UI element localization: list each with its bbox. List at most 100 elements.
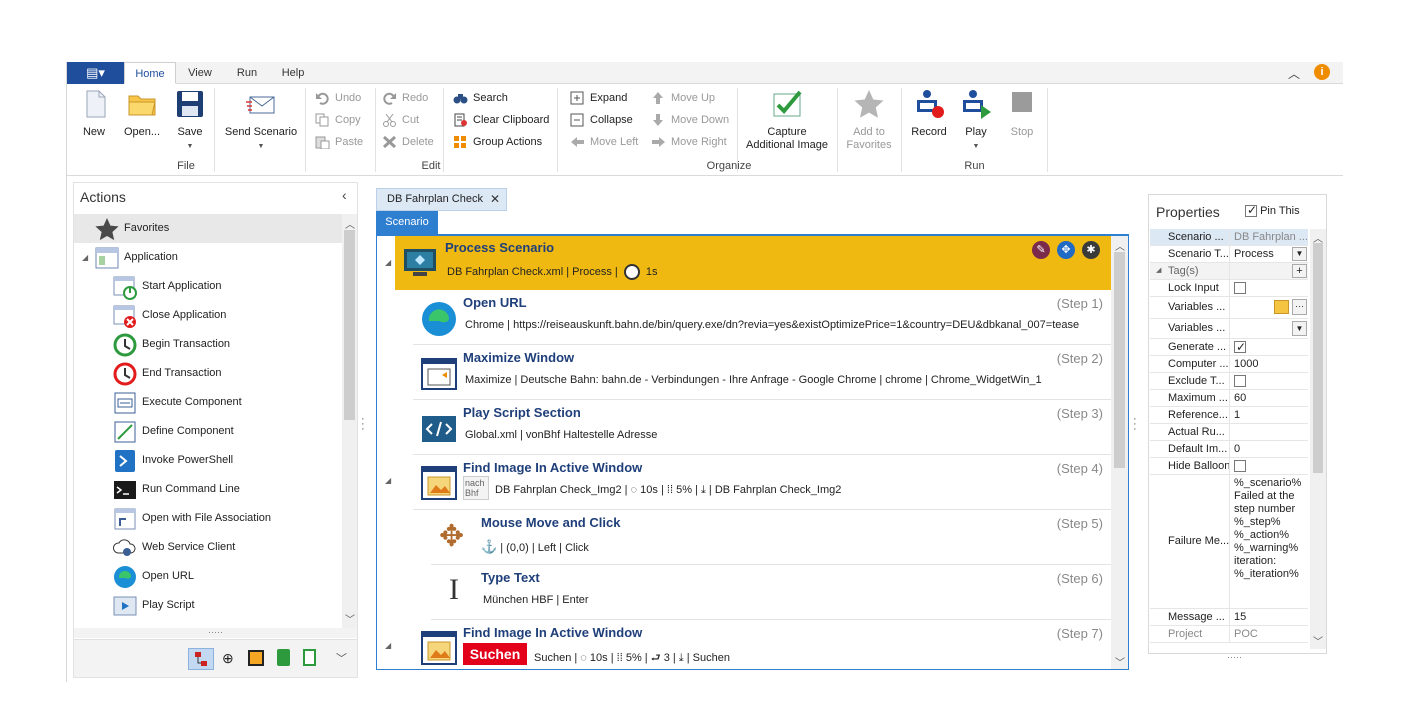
- add-tag-icon[interactable]: +: [1292, 264, 1307, 278]
- scrollbar-thumb[interactable]: [1114, 252, 1125, 468]
- prop-row[interactable]: Maximum ... 60: [1150, 390, 1308, 407]
- collapse-panel-icon[interactable]: ‹: [342, 187, 347, 203]
- move-left-button[interactable]: Move Left: [570, 133, 638, 151]
- properties-scrollbar[interactable]: ︿ ﹀: [1310, 229, 1326, 649]
- document-tab[interactable]: DB Fahrplan Check ✕: [376, 188, 507, 211]
- expand-triangle-icon[interactable]: ◢: [1156, 263, 1161, 279]
- prop-row[interactable]: Failure Me... %_scenario% Failed at the s…: [1150, 475, 1308, 609]
- list-item-begin-transaction[interactable]: Begin Transaction: [74, 330, 342, 359]
- prop-value[interactable]: 1000: [1231, 356, 1308, 372]
- scrollbar-thumb[interactable]: [1313, 243, 1323, 473]
- play-button[interactable]: Play ▼: [957, 88, 995, 153]
- prop-row[interactable]: Message ... 15: [1150, 609, 1308, 626]
- collapse-button[interactable]: Collapse: [570, 111, 633, 129]
- prop-row[interactable]: Hide Balloon: [1150, 458, 1308, 475]
- chevron-down-icon[interactable]: ﹀: [345, 611, 355, 626]
- tab-run[interactable]: Run: [227, 62, 267, 84]
- add-to-favorites-button[interactable]: Add to Favorites: [843, 88, 895, 152]
- prop-value[interactable]: [1231, 280, 1308, 296]
- prop-row[interactable]: Actual Ru...: [1150, 424, 1308, 441]
- folder-icon[interactable]: [1274, 300, 1289, 314]
- undo-button[interactable]: Undo: [315, 89, 361, 107]
- right-splitter-grip[interactable]: · · ·: [1133, 414, 1137, 435]
- frame-icon[interactable]: [248, 650, 264, 666]
- edit-icon[interactable]: ✎: [1032, 241, 1050, 259]
- prop-row[interactable]: Variables ... ▼: [1150, 319, 1308, 339]
- prop-row[interactable]: Scenario T... Process ▼: [1150, 246, 1308, 263]
- collapse-ribbon-icon[interactable]: ︿: [1288, 65, 1300, 82]
- prop-row[interactable]: Exclude T...: [1150, 373, 1308, 390]
- paste-button[interactable]: Paste: [315, 133, 363, 151]
- info-icon[interactable]: i: [1314, 64, 1330, 80]
- prop-row[interactable]: Default Im... 0: [1150, 441, 1308, 458]
- record-button[interactable]: Record: [909, 88, 949, 139]
- list-item-start-application[interactable]: Start Application: [74, 272, 342, 301]
- tab-home[interactable]: Home: [124, 62, 176, 84]
- file-menu-button[interactable]: ▤▾: [67, 62, 124, 84]
- list-item-execute-component[interactable]: Execute Component: [74, 388, 342, 417]
- prop-row[interactable]: Reference... 1: [1150, 407, 1308, 424]
- prop-row[interactable]: ◢ Tag(s) +: [1150, 263, 1308, 280]
- move-down-button[interactable]: Move Down: [651, 111, 729, 129]
- clipboard-icon[interactable]: [303, 649, 316, 666]
- prop-value[interactable]: [1231, 424, 1308, 440]
- delete-button[interactable]: Delete: [382, 133, 434, 151]
- expand-triangle-icon[interactable]: ◢: [82, 243, 88, 272]
- chevron-up-icon[interactable]: ︿: [1115, 238, 1125, 253]
- save-button[interactable]: Save ▼: [173, 88, 207, 153]
- step-row[interactable]: Find Image In Active Window (Step 7) Suc…: [413, 620, 1111, 669]
- prop-value[interactable]: 15: [1231, 609, 1308, 625]
- tree-view-toggle[interactable]: [188, 648, 214, 670]
- open-button[interactable]: Open...: [119, 88, 165, 139]
- list-item-invoke-powershell[interactable]: Invoke PowerShell: [74, 446, 342, 475]
- search-button[interactable]: Search: [453, 89, 508, 107]
- list-item-favorites[interactable]: Favorites: [74, 214, 342, 243]
- exclude-checkbox[interactable]: [1234, 375, 1246, 388]
- list-item-close-application[interactable]: Close Application: [74, 301, 342, 330]
- prop-row[interactable]: Lock Input: [1150, 280, 1308, 297]
- move-up-button[interactable]: Move Up: [651, 89, 715, 107]
- close-icon[interactable]: ✕: [490, 189, 500, 210]
- move-right-button[interactable]: Move Right: [651, 133, 727, 151]
- green-book-icon[interactable]: [277, 649, 290, 666]
- scenario-subtab[interactable]: Scenario: [376, 211, 438, 234]
- hide-balloon-checkbox[interactable]: [1234, 460, 1246, 473]
- dropdown-chevron-icon[interactable]: ▼: [1292, 247, 1307, 261]
- list-item-define-component[interactable]: Define Component: [74, 417, 342, 446]
- prop-row[interactable]: Scenario ... DB Fahrplan ...: [1150, 229, 1308, 246]
- pin-this-checkbox[interactable]: Pin This: [1245, 203, 1300, 218]
- list-item-web-service-client[interactable]: Web Service Client: [74, 533, 342, 562]
- step-row[interactable]: Play Script Section (Step 3) Global.xml …: [413, 400, 1111, 455]
- prop-value[interactable]: 0: [1231, 441, 1308, 457]
- generate-checkbox[interactable]: [1234, 339, 1246, 355]
- ellipsis-button[interactable]: ···: [1292, 299, 1307, 315]
- list-item-open-url[interactable]: Open URL: [74, 562, 342, 591]
- prop-value[interactable]: 1: [1231, 407, 1308, 423]
- move-icon[interactable]: ✥: [1057, 241, 1075, 259]
- actions-scrollbar[interactable]: ︿ ﹀: [342, 214, 357, 628]
- list-item-play-script[interactable]: Play Script: [74, 591, 342, 620]
- collapse-triangle-icon[interactable]: ◢: [385, 258, 391, 267]
- step-row[interactable]: I Type Text (Step 6) München HBF | Enter: [431, 565, 1111, 620]
- properties-resize-grip[interactable]: ·····: [1227, 652, 1242, 662]
- prop-row[interactable]: Generate ...: [1150, 339, 1308, 356]
- prop-value[interactable]: [1231, 339, 1308, 355]
- expand-button[interactable]: Expand: [570, 89, 627, 107]
- copy-button[interactable]: Copy: [315, 111, 361, 129]
- lock-input-checkbox[interactable]: [1234, 282, 1246, 295]
- step-row[interactable]: ✥ Mouse Move and Click (Step 5) ⚓ | (0,0…: [431, 510, 1111, 565]
- chevron-down-icon[interactable]: ﹀: [1313, 633, 1323, 648]
- stop-button[interactable]: Stop: [1005, 88, 1039, 139]
- list-item-application[interactable]: ◢ Application: [74, 243, 342, 272]
- chevron-down-icon[interactable]: ﹀: [336, 650, 347, 666]
- new-button[interactable]: New: [79, 88, 109, 139]
- settings-icon[interactable]: ✱: [1082, 241, 1100, 259]
- collapse-triangle-icon[interactable]: ◢: [385, 641, 391, 650]
- prop-row[interactable]: Project POC: [1150, 626, 1308, 643]
- redo-button[interactable]: Redo: [382, 89, 428, 107]
- group-actions-button[interactable]: Group Actions: [453, 133, 542, 151]
- list-item-run-command-line[interactable]: Run Command Line: [74, 475, 342, 504]
- scrollbar-thumb[interactable]: [344, 230, 355, 420]
- clear-clipboard-button[interactable]: Clear Clipboard: [453, 111, 549, 129]
- prop-row[interactable]: Computer ... 1000: [1150, 356, 1308, 373]
